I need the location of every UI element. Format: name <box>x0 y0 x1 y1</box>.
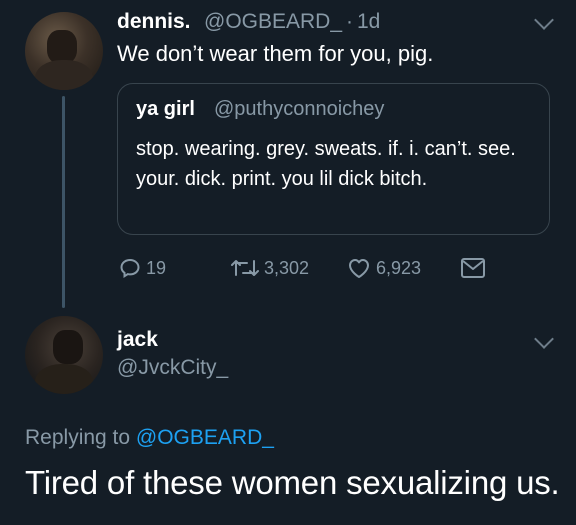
retweet-icon <box>231 260 259 276</box>
author-name[interactable]: jack <box>117 328 158 352</box>
quoted-author-name: ya girl <box>136 98 195 120</box>
retweet-button[interactable]: 3,302 <box>230 256 309 280</box>
retweet-count: 3,302 <box>264 257 310 278</box>
like-button[interactable]: 6,923 <box>346 256 421 280</box>
author-name[interactable]: dennis. <box>117 10 191 34</box>
like-icon <box>349 259 369 278</box>
chevron-down-icon[interactable] <box>534 10 554 30</box>
thread-line <box>62 96 65 308</box>
author-handle[interactable]: @JvckCity_ <box>117 356 228 380</box>
tweet-time[interactable]: 1d <box>357 10 380 34</box>
message-icon <box>461 258 485 278</box>
avatar[interactable] <box>25 316 103 394</box>
time-separator: · <box>346 10 353 33</box>
message-button[interactable] <box>460 256 490 280</box>
avatar-figure <box>53 330 83 364</box>
reply-icon <box>120 258 140 279</box>
replying-to-label: Replying to <box>25 426 131 449</box>
like-count: 6,923 <box>376 257 422 278</box>
reply-count: 19 <box>146 257 167 278</box>
avatar-figure <box>47 30 77 64</box>
quoted-author-handle: @puthyconnoichey <box>214 98 385 120</box>
avatar-figure-body <box>35 364 93 394</box>
replying-to: Replying to @OGBEARD_ <box>25 426 274 450</box>
chevron-down-icon[interactable] <box>534 329 554 349</box>
quoted-tweet[interactable]: ya girl @puthyconnoichey stop. wearing. … <box>117 83 550 235</box>
reply-text: Tired of these women sexualizing us. <box>25 464 560 501</box>
reply-button[interactable]: 19 <box>118 256 166 280</box>
avatar[interactable] <box>25 12 103 90</box>
quoted-tweet-text: stop. wearing. grey. sweats. if. i. can’… <box>136 138 516 190</box>
tweet-text: We don’t wear them for you, pig. <box>117 41 434 66</box>
replying-to-handle[interactable]: @OGBEARD_ <box>136 426 274 449</box>
avatar-figure-body <box>35 60 93 90</box>
author-handle[interactable]: @OGBEARD_ <box>204 10 342 34</box>
